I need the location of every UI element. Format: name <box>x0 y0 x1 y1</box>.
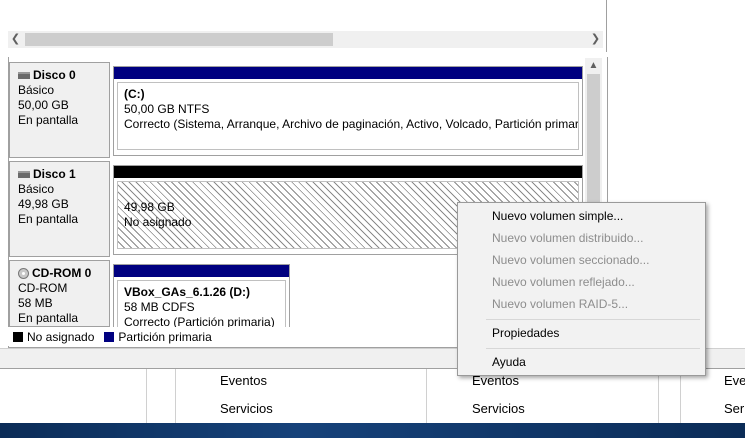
events-link[interactable]: Eventos <box>220 373 267 388</box>
unallocated-swatch <box>13 331 23 342</box>
menu-new-spanned-volume: Nuevo volumen distribuido... <box>492 231 644 245</box>
context-menu: Nuevo volumen simple... Nuevo volumen di… <box>457 202 706 376</box>
disk-name: Disco 1 <box>33 167 76 181</box>
primary-swatch <box>104 331 115 342</box>
menu-new-striped-volume: Nuevo volumen seccionado... <box>492 253 650 267</box>
services-link[interactable]: Ser <box>724 401 744 416</box>
menu-help[interactable]: Ayuda <box>492 355 526 369</box>
menu-properties[interactable]: Propiedades <box>492 326 559 340</box>
chevron-up-icon[interactable]: ▲ <box>585 58 602 73</box>
menu-new-raid5-volume: Nuevo volumen RAID-5... <box>492 297 629 311</box>
disk-size: 50,00 GB <box>18 98 69 112</box>
disk-drive-icon <box>18 72 30 79</box>
menu-new-simple-volume[interactable]: Nuevo volumen simple... <box>492 209 623 223</box>
partition-bar-unallocated <box>114 166 582 178</box>
scrollbar-thumb[interactable] <box>25 33 333 46</box>
partition-bar-primary <box>114 67 582 79</box>
disk-name: Disco 0 <box>33 68 76 82</box>
partition-size-fs: 58 MB CDFS <box>124 300 195 314</box>
disk-1-label[interactable]: Disco 1 Básico 49,98 GB En pantalla <box>9 161 110 257</box>
menu-new-mirrored-volume: Nuevo volumen reflejado... <box>492 275 635 289</box>
disk-status: En pantalla <box>18 113 79 127</box>
services-link[interactable]: Servicios <box>472 401 525 416</box>
disk-status: En pantalla <box>18 311 79 325</box>
partition-status: Correcto (Sistema, Arranque, Archivo de … <box>124 117 578 131</box>
menu-separator <box>486 348 700 349</box>
disk-0-label[interactable]: Disco 0 Básico 50,00 GB En pantalla <box>9 62 110 158</box>
bottom-panes: Eventos Servicios Eventos Servicios Eve … <box>0 368 745 424</box>
legend-unallocated: No asignado <box>27 329 95 344</box>
legend-primary: Partición primaria <box>118 329 212 344</box>
partition-label: (C:) <box>124 87 145 101</box>
disk-drive-icon <box>18 171 30 178</box>
menu-separator <box>486 319 700 320</box>
disk-size: 58 MB <box>18 296 53 310</box>
partition-c[interactable]: (C:) 50,00 GB NTFS Correcto (Sistema, Ar… <box>113 66 583 156</box>
horizontal-scrollbar[interactable]: ❮ ❯ <box>8 31 603 48</box>
partition-size-fs: 50,00 GB NTFS <box>124 102 210 116</box>
disk-type: CD-ROM <box>18 281 68 295</box>
partition-label: VBox_GAs_6.1.26 (D:) <box>124 285 251 299</box>
disk-type: Básico <box>18 83 55 97</box>
taskbar <box>0 423 745 438</box>
cdrom-0-label[interactable]: CD-ROM 0 CD-ROM 58 MB En pantalla <box>9 260 110 327</box>
disk-name: CD-ROM 0 <box>32 266 92 280</box>
partition-bar-primary <box>114 265 289 277</box>
services-link[interactable]: Servicios <box>220 401 273 416</box>
cdrom-icon <box>18 268 29 279</box>
events-link[interactable]: Eve <box>724 373 745 388</box>
disk-size: 49,98 GB <box>18 197 69 211</box>
partition-d[interactable]: VBox_GAs_6.1.26 (D:) 58 MB CDFS Correcto… <box>113 264 290 328</box>
disk-type: Básico <box>18 182 55 196</box>
chevron-left-icon[interactable]: ❮ <box>8 31 23 48</box>
disk-status: En pantalla <box>18 212 79 226</box>
chevron-right-icon[interactable]: ❯ <box>588 31 603 48</box>
